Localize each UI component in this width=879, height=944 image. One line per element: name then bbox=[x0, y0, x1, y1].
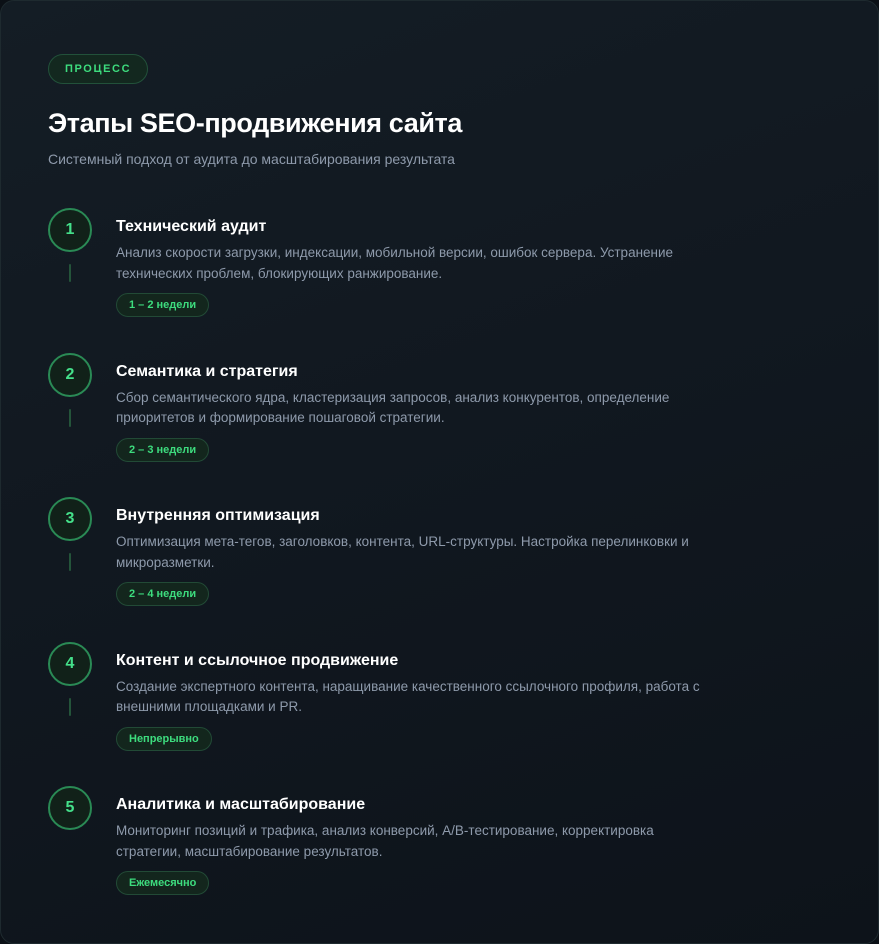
process-card: ПРОЦЕСС Этапы SEO-продвижения сайта Сист… bbox=[0, 0, 879, 944]
step-item: 2 Семантика и стратегия Сбор семантическ… bbox=[48, 352, 728, 498]
step-item: 3 Внутренняя оптимизация Оптимизация мет… bbox=[48, 497, 728, 642]
step-description: Сбор семантического ядра, кластеризация … bbox=[116, 389, 670, 426]
step-description: Анализ скорости загрузки, индексации, мо… bbox=[116, 245, 674, 281]
step-item: 4 Контент и ссылочное продвижение Создан… bbox=[48, 641, 728, 787]
page-title: Этапы SEO-продвижения сайта bbox=[48, 108, 462, 138]
duration-badge: 2 – 3 недели bbox=[116, 437, 210, 462]
duration-badge: 1 – 2 недели bbox=[116, 293, 210, 317]
step-title: Семантика и стратегия bbox=[116, 362, 298, 380]
step-item: 5 Аналитика и масштабирование Мониторинг… bbox=[48, 786, 728, 931]
duration-badge: 2 – 4 недели bbox=[116, 582, 210, 606]
step-number-circle: 4 bbox=[48, 641, 92, 686]
step-connector-line bbox=[69, 697, 71, 716]
step-description: Создание экспертного контента, наращиван… bbox=[116, 678, 700, 715]
step-title: Аналитика и масштабирование bbox=[116, 796, 366, 813]
steps-list: 1 Технический аудит Анализ скорости загр… bbox=[48, 208, 728, 931]
step-number-circle: 1 bbox=[48, 208, 92, 252]
step-title: Технический аудит bbox=[116, 218, 267, 235]
duration-badge: Ежемесячно bbox=[116, 871, 210, 895]
step-connector-line bbox=[69, 408, 71, 427]
duration-badge: Непрерывно bbox=[116, 726, 212, 751]
page-subtitle: Системный подход от аудита до масштабиро… bbox=[48, 151, 455, 167]
section-tag: ПРОЦЕСС bbox=[48, 54, 149, 84]
step-connector-line bbox=[69, 553, 71, 571]
step-number-circle: 5 bbox=[48, 786, 92, 830]
step-connector-line bbox=[69, 264, 71, 282]
step-title: Контент и ссылочное продвижение bbox=[116, 651, 399, 669]
step-description: Оптимизация мета-тегов, заголовков, конт… bbox=[116, 534, 689, 570]
step-number-circle: 3 bbox=[48, 497, 92, 541]
step-description: Мониторинг позиций и трафика, анализ кон… bbox=[116, 823, 654, 859]
step-item: 1 Технический аудит Анализ скорости загр… bbox=[48, 208, 728, 353]
step-number-circle: 2 bbox=[48, 352, 92, 397]
step-title: Внутренняя оптимизация bbox=[116, 507, 320, 524]
